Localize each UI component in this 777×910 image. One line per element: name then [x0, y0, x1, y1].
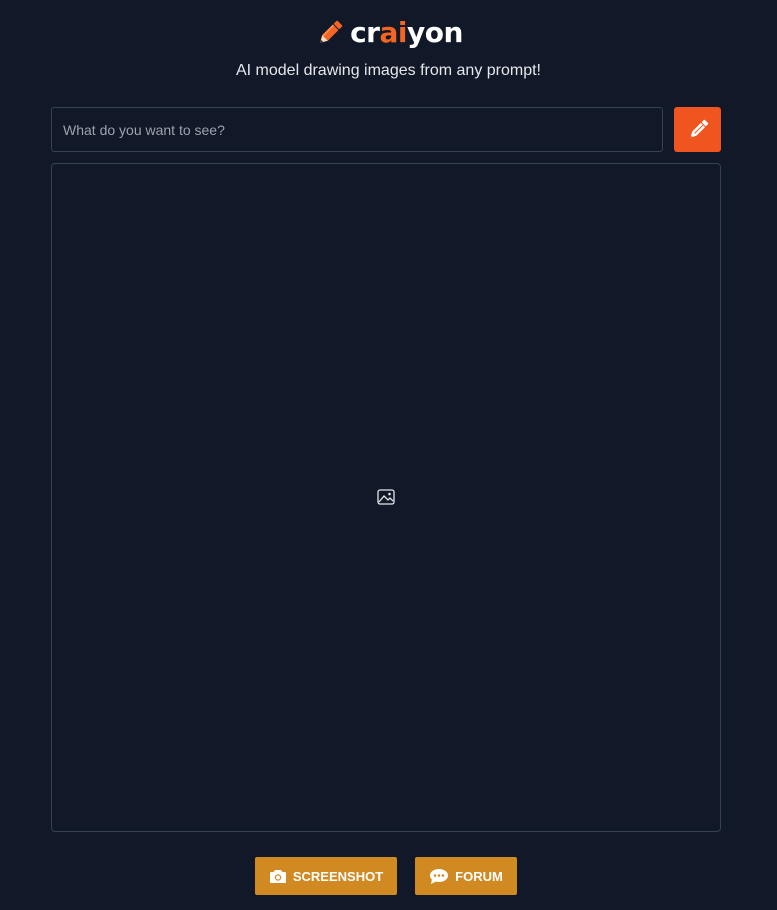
camera-icon — [269, 869, 287, 884]
prompt-input[interactable] — [51, 107, 663, 152]
forum-label: FORUM — [455, 868, 503, 884]
page: craiyon AI model drawing images from any… — [0, 0, 777, 910]
screenshot-label: SCREENSHOT — [292, 868, 384, 884]
draw-button[interactable] — [674, 107, 721, 152]
tagline: AI model drawing images from any prompt! — [235, 62, 541, 79]
brand-name-accent: ai — [379, 16, 407, 49]
brand-name: craiyon — [350, 19, 463, 47]
pencil-icon — [314, 17, 346, 49]
chat-bubble-icon — [429, 868, 449, 885]
brand-name-suffix: yon — [406, 16, 463, 49]
logo[interactable]: craiyon — [0, 14, 777, 52]
pencil-icon — [685, 117, 711, 143]
screenshot-button[interactable]: SCREENSHOT — [255, 857, 397, 895]
brand-name-prefix: cr — [350, 16, 380, 49]
forum-button[interactable]: FORUM — [415, 857, 517, 895]
image-icon — [377, 489, 395, 505]
